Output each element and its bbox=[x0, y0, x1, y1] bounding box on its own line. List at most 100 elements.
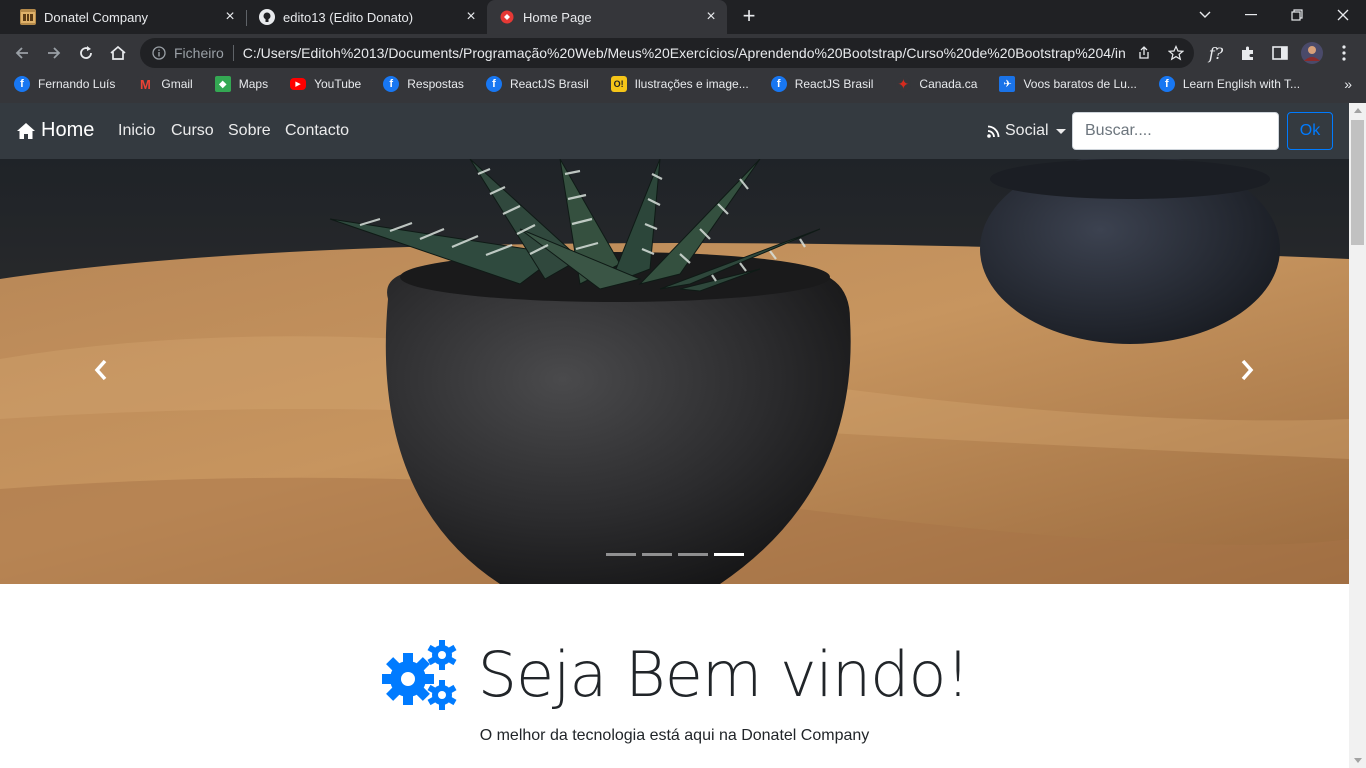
scroll-down-icon[interactable] bbox=[1354, 758, 1362, 763]
close-tab-icon[interactable]: × bbox=[222, 9, 238, 25]
carousel-next-icon[interactable] bbox=[1232, 355, 1262, 385]
close-tab-icon[interactable]: × bbox=[703, 9, 719, 25]
carousel-indicator[interactable] bbox=[678, 553, 708, 556]
facebook-icon: f bbox=[1158, 76, 1175, 92]
carousel-prev-icon[interactable] bbox=[86, 355, 116, 385]
more-bookmarks-icon[interactable]: » bbox=[1344, 76, 1352, 92]
facebook-icon: f bbox=[770, 76, 787, 92]
social-label: Social bbox=[1005, 122, 1049, 139]
maps-icon: ◆ bbox=[214, 76, 231, 92]
forward-icon[interactable] bbox=[42, 41, 66, 65]
omnibox-divider bbox=[232, 45, 234, 61]
bookmark-item[interactable]: f Learn English with T... bbox=[1145, 72, 1308, 96]
bookmark-item[interactable]: ▶ YouTube bbox=[276, 72, 369, 96]
search-ok-button[interactable]: Ok bbox=[1287, 112, 1333, 150]
carousel-indicators bbox=[606, 553, 750, 556]
home-icon bbox=[17, 122, 35, 139]
page-favicon-icon bbox=[499, 9, 515, 25]
welcome-title: Seja Bem vindo! bbox=[477, 638, 971, 711]
youtube-icon: ▶ bbox=[290, 78, 307, 90]
nav-link-curso[interactable]: Curso bbox=[171, 122, 214, 140]
bookmark-item[interactable]: ✈ Voos baratos de Lu... bbox=[985, 72, 1144, 96]
github-icon bbox=[259, 9, 275, 25]
bookmark-item[interactable]: f Fernando Luís bbox=[0, 72, 123, 96]
site-info-icon[interactable] bbox=[152, 46, 166, 60]
bookmark-label: ReactJS Brasil bbox=[509, 77, 589, 91]
tab-title: Donatel Company bbox=[44, 9, 149, 25]
reload-icon[interactable] bbox=[74, 41, 98, 65]
illustrations-icon: O! bbox=[610, 76, 627, 92]
facebook-icon: f bbox=[485, 76, 502, 92]
maple-leaf-icon: ✦ bbox=[895, 76, 912, 92]
bookmark-item[interactable]: f Respostas bbox=[369, 72, 472, 96]
tab-title: Home Page bbox=[523, 9, 592, 25]
extensions-puzzle-icon[interactable] bbox=[1236, 41, 1260, 65]
bookmark-item[interactable]: O! Ilustrações e image... bbox=[597, 72, 757, 96]
scheme-label: Ficheiro bbox=[174, 45, 224, 61]
profile-avatar-icon[interactable] bbox=[1300, 41, 1324, 65]
menu-kebab-icon[interactable] bbox=[1332, 41, 1356, 65]
tab-title: edito13 (Edito Donato) bbox=[283, 9, 414, 25]
new-tab-icon[interactable]: + bbox=[738, 5, 760, 27]
bookmark-label: YouTube bbox=[314, 77, 362, 91]
facebook-icon: f bbox=[14, 76, 30, 92]
bookmark-item[interactable]: M Gmail bbox=[123, 72, 200, 96]
browser-toolbar: Ficheiro C:/Users/Editoh%2013/Documents/… bbox=[0, 34, 1366, 72]
tab-donatel-company[interactable]: Donatel Company × bbox=[0, 0, 246, 34]
toolbar-gap bbox=[0, 96, 1366, 103]
rss-icon bbox=[987, 125, 1000, 138]
share-icon[interactable] bbox=[1136, 45, 1152, 61]
tab-search-chevron-icon[interactable] bbox=[1182, 0, 1228, 30]
scroll-thumb[interactable] bbox=[1351, 120, 1364, 245]
social-dropdown[interactable]: Social bbox=[987, 122, 1066, 140]
bookmark-item[interactable]: f ReactJS Brasil bbox=[472, 72, 597, 96]
function-extension-icon[interactable]: f? bbox=[1204, 41, 1228, 65]
flights-icon: ✈ bbox=[999, 76, 1016, 92]
cogs-icon bbox=[381, 639, 457, 710]
page-scrollbar[interactable] bbox=[1349, 103, 1366, 768]
nav-link-sobre[interactable]: Sobre bbox=[228, 122, 271, 140]
carousel-slide-image bbox=[0, 159, 1349, 584]
close-window-icon[interactable] bbox=[1320, 0, 1366, 30]
bookmark-star-icon[interactable] bbox=[1168, 45, 1184, 61]
bookmark-label: Canada.ca bbox=[919, 77, 978, 91]
carousel-indicator[interactable] bbox=[642, 553, 672, 556]
folder-tab-icon bbox=[20, 9, 36, 25]
back-icon[interactable] bbox=[10, 41, 34, 65]
carousel bbox=[0, 159, 1349, 584]
brand-label: Home bbox=[41, 119, 95, 141]
bookmark-item[interactable]: ◆ Maps bbox=[201, 72, 276, 96]
page-viewport: Home Inicio Curso Sobre Contacto Social … bbox=[0, 103, 1349, 768]
bookmark-item[interactable]: ✦ Canada.ca bbox=[881, 72, 985, 96]
close-tab-icon[interactable]: × bbox=[463, 9, 479, 25]
caret-down-icon bbox=[1055, 128, 1066, 134]
search-input[interactable] bbox=[1072, 112, 1279, 150]
bookmark-label: Learn English with T... bbox=[1182, 77, 1301, 91]
tab-github[interactable]: edito13 (Edito Donato) × bbox=[239, 0, 487, 34]
bookmark-label: Maps bbox=[238, 77, 269, 91]
welcome-subtitle: O melhor da tecnologia está aqui na Dona… bbox=[479, 727, 870, 744]
gmail-icon: M bbox=[137, 76, 154, 92]
bookmark-item[interactable]: f ReactJS Brasil bbox=[757, 72, 882, 96]
side-panel-icon[interactable] bbox=[1268, 41, 1292, 65]
bookmark-label: Voos baratos de Lu... bbox=[1023, 77, 1137, 91]
minimize-icon[interactable] bbox=[1228, 0, 1274, 30]
facebook-icon: f bbox=[383, 76, 400, 92]
url-text[interactable]: C:/Users/Editoh%2013/Documents/Programaç… bbox=[243, 45, 1127, 61]
bookmark-label: ReactJS Brasil bbox=[794, 77, 874, 91]
restore-icon[interactable] bbox=[1274, 0, 1320, 30]
bookmarks-bar: f Fernando Luís M Gmail ◆ Maps ▶ YouTube f Respos… bbox=[0, 72, 1366, 96]
bookmark-label: Respostas bbox=[407, 77, 464, 91]
carousel-indicator[interactable] bbox=[606, 553, 636, 556]
tab-strip: Donatel Company × edito13 (Edito Donato)… bbox=[0, 0, 1366, 34]
home-icon[interactable] bbox=[106, 41, 130, 65]
address-bar[interactable]: Ficheiro C:/Users/Editoh%2013/Documents/… bbox=[140, 38, 1194, 68]
bookmark-label: Gmail bbox=[161, 77, 193, 91]
navbar-brand[interactable]: Home bbox=[16, 119, 94, 142]
nav-link-inicio[interactable]: Inicio bbox=[118, 122, 155, 140]
scroll-up-icon[interactable] bbox=[1354, 108, 1362, 113]
nav-link-contacto[interactable]: Contacto bbox=[285, 122, 349, 140]
carousel-indicator[interactable] bbox=[714, 553, 744, 556]
welcome-heading: Seja Bem vindo! bbox=[0, 638, 1349, 711]
tab-home-page[interactable]: Home Page × bbox=[487, 0, 727, 34]
